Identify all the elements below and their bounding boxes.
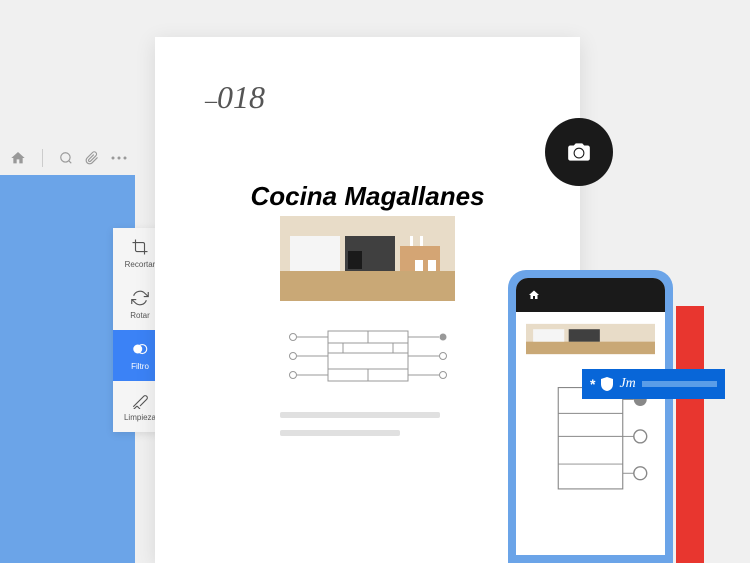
shield-icon (601, 377, 613, 391)
cleanup-label: Limpieza (124, 413, 156, 422)
page-number: –018 (205, 79, 530, 116)
crop-label: Recortar (125, 260, 156, 269)
phone-header (516, 278, 665, 312)
kitchen-photo (280, 216, 455, 301)
phone-diagram (526, 381, 655, 501)
phone-mockup (508, 270, 673, 563)
camera-icon (566, 141, 592, 163)
phone-screen (516, 278, 665, 555)
signature-line (642, 381, 717, 387)
filter-label: Filtro (131, 362, 149, 371)
document-title: Cocina Magallanes (205, 181, 530, 212)
toolbar-divider (42, 149, 43, 167)
phone-home-icon[interactable] (528, 289, 540, 301)
signature-overlay[interactable]: * Jm (582, 369, 725, 399)
diagram-figure (283, 329, 453, 384)
phone-content (516, 312, 665, 506)
placeholder-text (280, 412, 530, 436)
required-star-icon: * (590, 376, 595, 392)
attachment-icon[interactable] (85, 151, 99, 165)
camera-badge[interactable] (545, 118, 613, 186)
more-icon[interactable] (111, 156, 127, 160)
red-accent-bar (676, 306, 704, 563)
signature-initials: Jm (619, 376, 635, 392)
home-icon[interactable] (10, 150, 26, 166)
main-toolbar (10, 149, 127, 167)
search-icon[interactable] (59, 151, 73, 165)
rotate-label: Rotar (130, 311, 150, 320)
phone-thumbnail (526, 322, 655, 356)
